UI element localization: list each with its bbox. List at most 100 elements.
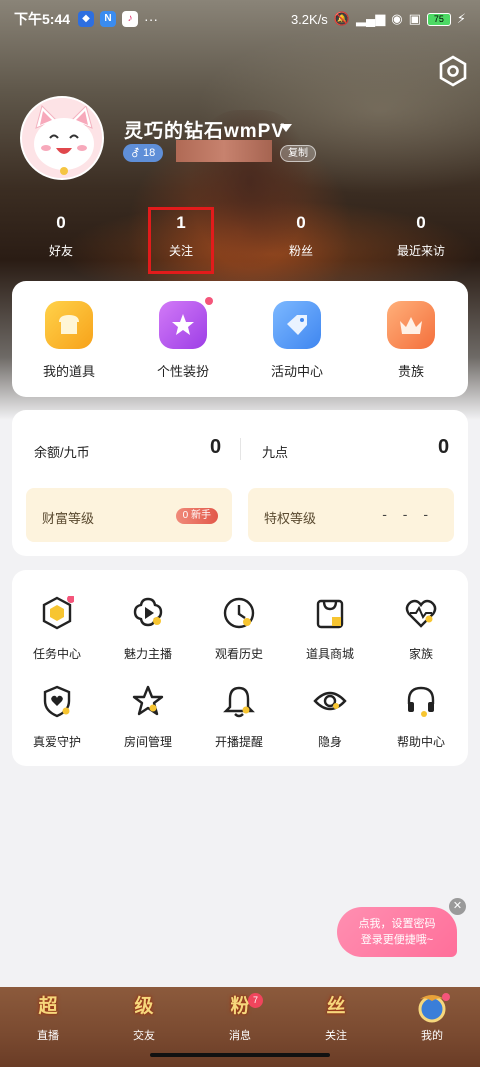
nav-follow[interactable]: 丝 关注 [300, 991, 372, 1043]
nav-messages[interactable]: 粉 7 消息 [204, 991, 276, 1043]
tool-nobility[interactable]: 贵族 [366, 301, 456, 380]
username[interactable]: 灵巧的钻石wmPV [124, 116, 285, 143]
nav-label: 我的 [421, 1030, 443, 1042]
stat-fans-value: 0 [296, 213, 306, 232]
stat-visitors-value: 0 [416, 213, 426, 232]
shield-heart-icon [43, 685, 71, 718]
more-notifications-icon: ··· [144, 11, 159, 27]
n-app-icon: N [100, 11, 117, 27]
nav-label: 直播 [37, 1030, 59, 1042]
copy-id-button[interactable]: 复制 [280, 145, 316, 162]
grid-label: 魅力主播 [123, 647, 172, 661]
cat-avatar-icon [22, 98, 102, 178]
following-highlight-box [148, 207, 214, 274]
status-bar: 下午5:44 ◆ N ♪ ··· 3.2K/s 🔕 ▂▄▆ ◉ ▣ 75 ⚡ [0, 0, 480, 38]
magic-star-icon [159, 297, 213, 349]
features-grid-card: 任务中心 魅力主播 观看历史 道具商城 家族 真爱守护 房间管理 开播提醒 隐身… [12, 570, 468, 766]
wealth-level-badge: 0 新手 [175, 508, 218, 524]
tool-activity-center[interactable]: 活动中心 [252, 301, 342, 380]
wifi-icon: ◉ [391, 11, 403, 26]
tiktok-app-icon: ♪ [122, 11, 139, 27]
grid-label: 观看历史 [214, 647, 263, 661]
nav-label: 交友 [133, 1030, 155, 1042]
grid-label: 开播提醒 [214, 735, 263, 749]
home-indicator[interactable] [150, 1053, 330, 1057]
grid-props-mall[interactable]: 道具商城 [285, 596, 375, 662]
shopping-bag-icon [316, 599, 344, 629]
stat-friends-label: 好友 [48, 244, 73, 258]
bubble-line2: 登录更便捷哦~ [360, 934, 434, 946]
grid-label: 帮助中心 [396, 735, 445, 749]
flower-play-icon [133, 597, 163, 627]
nav-label: 消息 [229, 1030, 251, 1042]
stat-recent-visitors[interactable]: 0 最近来访 [376, 210, 466, 259]
grid-label: 道具商城 [305, 647, 354, 661]
network-speed: 3.2K/s [290, 11, 328, 27]
charging-icon: ⚡ [456, 11, 466, 26]
grid-label: 任务中心 [32, 647, 81, 661]
tool-my-props[interactable]: 我的道具 [24, 301, 114, 380]
level-value: 18 [142, 147, 156, 159]
tool-personal-dressup[interactable]: 个性装扮 [138, 297, 228, 380]
dragon-logo-icon [418, 993, 450, 1023]
task-icon [42, 595, 75, 630]
shield-app-icon: ◆ [78, 11, 95, 27]
grid-label: 房间管理 [123, 735, 172, 749]
grid-watch-history[interactable]: 观看历史 [194, 596, 284, 662]
nav-live[interactable]: 超 直播 [12, 991, 84, 1043]
stat-visitors-label: 最近来访 [396, 244, 445, 258]
wealth-level-box[interactable]: 财富等级 0 新手 [26, 488, 232, 542]
divider [240, 438, 241, 460]
mute-icon: 🔕 [333, 11, 350, 26]
eye-icon [313, 691, 347, 711]
bell-icon [223, 686, 255, 718]
balance-label[interactable]: 余额/九币 [34, 442, 90, 461]
settings-hex-icon[interactable] [436, 54, 470, 88]
balance-value[interactable]: 0 [210, 436, 221, 459]
nav-follow-glyph: 丝 [326, 996, 346, 1017]
account-dropdown-icon[interactable] [280, 124, 292, 132]
nav-social[interactable]: 级 交友 [108, 991, 180, 1043]
grid-family[interactable]: 家族 [376, 596, 466, 662]
clock-icon [223, 597, 255, 629]
stat-fans-label: 粉丝 [288, 244, 313, 258]
privilege-level-label: 特权等级 [264, 511, 317, 526]
grid-task-center[interactable]: 任务中心 [12, 595, 102, 662]
avatar[interactable] [20, 96, 104, 180]
crown-icon [387, 301, 435, 349]
stat-fans[interactable]: 0 粉丝 [256, 210, 346, 259]
grid-help-center[interactable]: 帮助中心 [376, 684, 466, 750]
star-icon [132, 685, 164, 716]
toast-icon [45, 301, 93, 349]
points-value[interactable]: 0 [438, 436, 449, 459]
masked-user-id [176, 140, 272, 162]
nav-me[interactable]: 我的 [396, 991, 468, 1043]
tools-card: 我的道具 个性装扮 活动中心 贵族 [12, 281, 468, 397]
wealth-level-label: 财富等级 [42, 511, 95, 526]
stat-friends-value: 0 [56, 213, 66, 232]
gender-icon: ⚦ [130, 147, 140, 160]
points-label[interactable]: 九点 [262, 442, 288, 461]
level-badge: ⚦ 18 [123, 144, 163, 162]
grid-live-reminder[interactable]: 开播提醒 [194, 684, 284, 750]
grid-room-management[interactable]: 房间管理 [103, 684, 193, 750]
tag-icon [273, 301, 321, 349]
status-right: 3.2K/s 🔕 ▂▄▆ ◉ ▣ 75 ⚡ [291, 11, 466, 27]
grid-charm-anchor[interactable]: 魅力主播 [103, 596, 193, 662]
heart-pulse-icon [405, 599, 437, 628]
signal-icon: ▂▄▆ [356, 11, 386, 26]
grid-invisible[interactable]: 隐身 [285, 684, 375, 750]
grid-label: 隐身 [317, 735, 342, 749]
bubble-line1: 点我，设置密码 [358, 918, 436, 930]
nav-social-glyph: 级 [134, 996, 154, 1017]
grid-true-love-guard[interactable]: 真爱守护 [12, 684, 102, 750]
nav-messages-glyph: 粉 [230, 996, 250, 1017]
stat-friends[interactable]: 0 好友 [16, 210, 106, 259]
notification-dot [205, 297, 213, 305]
privilege-level-box[interactable]: 特权等级 - - - [248, 488, 454, 542]
media-icon: ▣ [408, 11, 421, 26]
close-icon[interactable]: ✕ [449, 898, 466, 915]
profile-stats: 0 好友 1 关注 0 粉丝 0 最近来访 [0, 210, 480, 270]
set-password-bubble[interactable]: 点我，设置密码 登录更便捷哦~ [337, 907, 457, 957]
nav-live-glyph: 超 [38, 996, 58, 1017]
